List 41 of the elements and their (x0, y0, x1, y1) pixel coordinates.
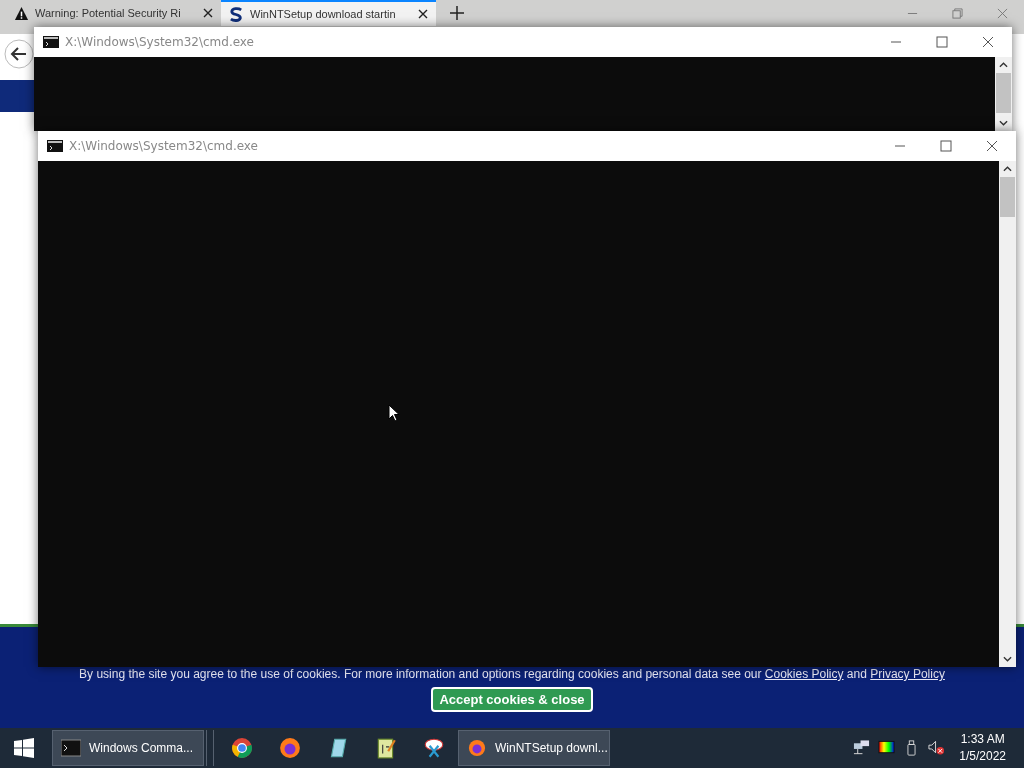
display-color-icon[interactable] (878, 740, 896, 756)
browser-tab[interactable]: Warning: Potential Security Ri (6, 0, 221, 26)
scroll-down-icon[interactable] (999, 120, 1008, 126)
close-icon[interactable] (982, 36, 994, 48)
console-icon (47, 140, 63, 152)
close-icon[interactable] (418, 9, 428, 19)
browser-tab[interactable]: WinNTSetup download startin (221, 0, 436, 26)
cookie-notice: By using the site you agree to the use of cookies. For more information and options regarding cookies and personal data see our Cookies Policy and Privacy Policy (79, 667, 945, 681)
window-title: X:\Windows\System32\cmd.exe (69, 139, 258, 153)
warning-icon (14, 5, 29, 21)
windows-start-icon[interactable] (14, 738, 34, 758)
mouse-cursor-icon (388, 404, 400, 422)
close-icon[interactable] (986, 140, 998, 152)
cookies-policy-link[interactable]: Cookies Policy (764, 667, 844, 681)
console-icon (43, 36, 59, 48)
close-icon[interactable] (203, 8, 213, 18)
clock-time[interactable]: 1:33 AM (960, 731, 1005, 748)
speaker-muted-icon[interactable] (928, 740, 946, 756)
console-icon (61, 739, 81, 757)
back-icon[interactable] (4, 39, 34, 69)
clock-date[interactable]: 1/5/2022 (959, 748, 1006, 765)
scrollbar[interactable] (995, 57, 1012, 131)
accept-cookies-button[interactable]: Accept cookies & close (431, 687, 593, 712)
scroll-down-icon[interactable] (1003, 656, 1012, 662)
new-tab-icon[interactable] (450, 6, 464, 20)
scroll-thumb[interactable] (1000, 177, 1015, 217)
maximize-icon[interactable] (936, 36, 948, 48)
taskbar-separator (206, 730, 214, 766)
scroll-up-icon[interactable] (999, 62, 1008, 68)
taskbar-window-button[interactable]: WinNTSetup downl... (458, 730, 610, 766)
privacy-policy-link[interactable]: Privacy Policy (870, 667, 945, 681)
tab-title: WinNTSetup download startin (250, 8, 397, 20)
site-logo-icon (229, 6, 244, 22)
maximize-icon[interactable] (940, 140, 952, 152)
taskbar-window-button[interactable]: Windows Comma... (52, 730, 204, 766)
tab-title: Warning: Potential Security Ri (35, 7, 182, 19)
scroll-thumb[interactable] (996, 73, 1011, 113)
scrollbar[interactable] (999, 161, 1016, 667)
window-title: X:\Windows\System32\cmd.exe (65, 35, 254, 49)
network-icon[interactable] (853, 740, 871, 756)
scroll-up-icon[interactable] (1003, 166, 1012, 172)
